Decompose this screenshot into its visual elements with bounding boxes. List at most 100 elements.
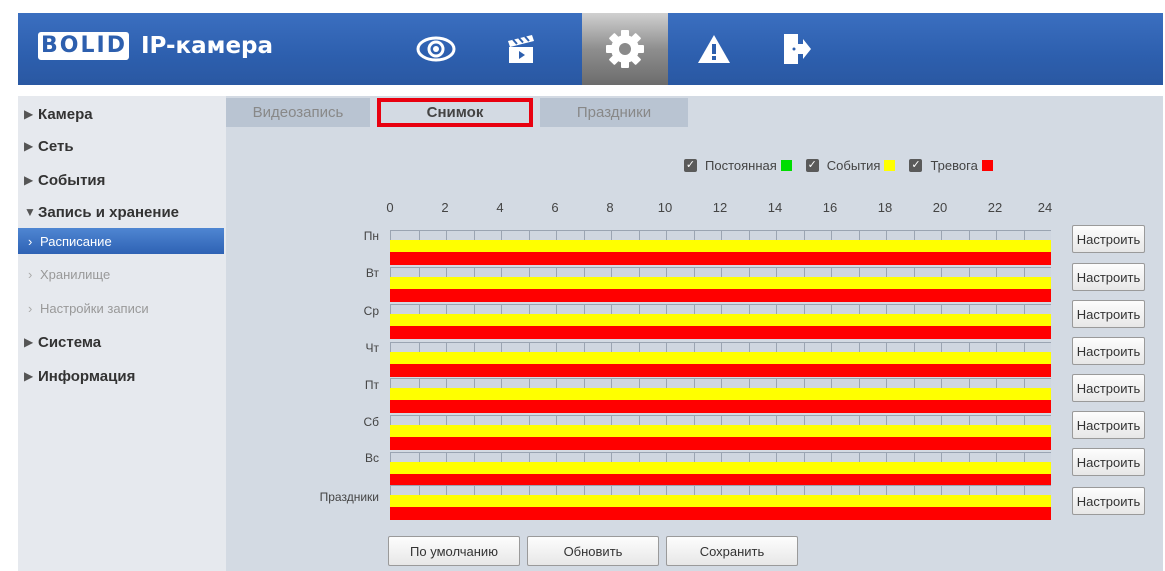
configure-button-tue[interactable]: Настроить [1072, 263, 1145, 291]
schedule-row-sun[interactable] [390, 452, 1051, 487]
alarm-bar [390, 507, 1051, 520]
hour-label: 10 [657, 200, 673, 215]
tab-holidays[interactable]: Праздники [540, 98, 688, 127]
collapse-arrow-icon: ▼ [24, 205, 36, 219]
hour-label: 22 [987, 200, 1003, 215]
sidebar-item-system[interactable]: ▶ Система [18, 331, 226, 353]
chevron-right-icon: › [28, 266, 33, 282]
sidebar-item-label: Запись и хранение [38, 203, 180, 221]
events-bar [390, 240, 1051, 252]
sidebar-item-label: События [38, 171, 106, 189]
day-label-holidays: Праздники [319, 490, 379, 504]
timeline-grid [390, 378, 1051, 389]
timeline-grid [390, 415, 1051, 426]
eye-icon [416, 36, 456, 62]
hour-label: 6 [551, 200, 559, 215]
app-title: IP-камера [140, 33, 274, 59]
timeline-grid [390, 304, 1051, 315]
playback-button[interactable] [479, 13, 563, 85]
timeline-grid [390, 485, 1051, 496]
logo: B O L I D IP-камера [38, 32, 273, 60]
expand-arrow-icon: ▶ [24, 173, 34, 187]
logo-mark: B O L I D [38, 32, 129, 60]
sidebar-subitem-label: Настройки записи [40, 300, 149, 316]
schedule-row-fri[interactable] [390, 378, 1051, 413]
sidebar-item-camera[interactable]: ▶ Камера [18, 103, 226, 125]
configure-button-holidays[interactable]: Настроить [1072, 487, 1145, 515]
sidebar-subitem-schedule[interactable]: › Расписание [18, 228, 224, 254]
hour-label: 4 [496, 200, 504, 215]
legend-swatch-events [884, 160, 896, 171]
events-bar [390, 277, 1051, 289]
legend: ✓ Постоянная ✓ События ✓ Тревога [684, 158, 1007, 173]
chevron-right-icon: › [28, 233, 33, 249]
configure-button-wed[interactable]: Настроить [1072, 300, 1145, 328]
warning-icon [698, 35, 730, 63]
alarm-bar [390, 364, 1051, 377]
legend-swatch-alarm [981, 160, 993, 171]
hour-label: 12 [712, 200, 728, 215]
expand-arrow-icon: ▶ [24, 335, 34, 349]
sidebar-item-label: Информация [38, 367, 136, 385]
alarm-checkbox[interactable]: ✓ [909, 159, 923, 172]
events-bar [390, 314, 1051, 326]
top-bar: B O L I D IP-камера [18, 13, 1163, 85]
sidebar-item-network[interactable]: ▶ Сеть [18, 135, 226, 157]
default-button[interactable]: По умолчанию [388, 536, 520, 566]
hour-label: 20 [932, 200, 948, 215]
schedule-row-tue[interactable] [390, 267, 1051, 302]
alarm-button[interactable] [672, 13, 756, 85]
day-label-sat: Сб [363, 415, 379, 429]
events-bar [390, 388, 1051, 400]
day-label-sun: Вс [364, 451, 379, 465]
legend-label: События [826, 158, 881, 173]
gear-icon [606, 30, 644, 68]
expand-arrow-icon: ▶ [24, 369, 34, 383]
day-label-tue: Вт [365, 266, 379, 280]
schedule-row-holidays[interactable] [390, 485, 1051, 520]
timeline-grid [390, 230, 1051, 241]
hour-label: 2 [441, 200, 449, 215]
day-label-wed: Ср [363, 304, 379, 318]
hour-label: 18 [877, 200, 893, 215]
sidebar-item-info[interactable]: ▶ Информация [18, 365, 226, 387]
hour-label: 0 [386, 200, 394, 215]
live-view-button[interactable] [394, 13, 478, 85]
schedule-row-thu[interactable] [390, 342, 1051, 377]
configure-button-thu[interactable]: Настроить [1072, 337, 1145, 365]
events-checkbox[interactable]: ✓ [805, 159, 819, 172]
sidebar-subitem-storage-devices[interactable]: › Хранилище [18, 261, 224, 287]
events-bar [390, 462, 1051, 474]
continuous-checkbox[interactable]: ✓ [684, 159, 697, 172]
hour-label: 16 [822, 200, 838, 215]
configure-button-mon[interactable]: Настроить [1072, 225, 1145, 253]
settings-button[interactable] [582, 13, 668, 85]
configure-button-sat[interactable]: Настроить [1072, 411, 1145, 439]
events-bar [390, 495, 1051, 507]
alarm-bar [390, 400, 1051, 413]
tab-snapshot[interactable]: Снимок [377, 98, 533, 127]
sidebar-item-label: Система [38, 333, 102, 351]
alarm-bar [390, 437, 1051, 450]
schedule-row-wed[interactable] [390, 304, 1051, 339]
events-bar [390, 425, 1051, 437]
hour-label: 24 [1037, 200, 1053, 215]
hour-label: 14 [767, 200, 783, 215]
schedule-panel: Видеозапись Снимок Праздники ✓ Постоянна… [226, 96, 1163, 571]
configure-button-sun[interactable]: Настроить [1072, 448, 1145, 476]
save-button[interactable]: Сохранить [666, 536, 798, 566]
schedule-row-sat[interactable] [390, 415, 1051, 450]
configure-button-fri[interactable]: Настроить [1072, 374, 1145, 402]
sidebar-subitem-record-settings[interactable]: › Настройки записи [18, 295, 224, 321]
refresh-button[interactable]: Обновить [527, 536, 659, 566]
sidebar-item-events[interactable]: ▶ События [18, 169, 226, 191]
logout-button[interactable] [755, 13, 839, 85]
legend-swatch-continuous [780, 160, 792, 171]
schedule-row-mon[interactable] [390, 230, 1051, 265]
tab-video-recording[interactable]: Видеозапись [226, 98, 370, 127]
timeline-grid [390, 452, 1051, 463]
sidebar-subitem-label: Расписание [40, 233, 112, 249]
chevron-right-icon: › [28, 300, 33, 316]
sidebar: ▶ Камера ▶ Сеть ▶ События ▼ Запись и хра… [18, 96, 226, 571]
sidebar-item-storage[interactable]: ▼ Запись и хранение [18, 201, 226, 223]
